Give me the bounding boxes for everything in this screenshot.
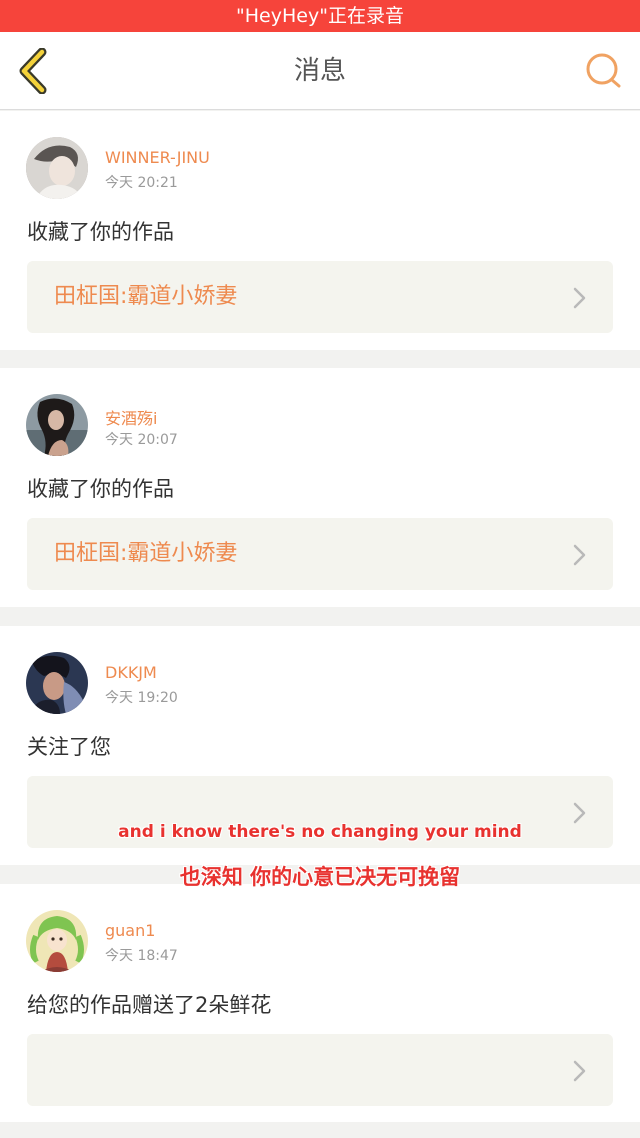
chevron-right-icon	[573, 1060, 586, 1082]
message-card: guan1 今天 18:47 给您的作品赠送了2朵鲜花	[0, 884, 640, 1122]
page-title: 消息	[293, 56, 346, 86]
work-link[interactable]: 田柾国:霸道小娇妻	[27, 261, 613, 333]
action-text: 收藏了你的作品	[27, 477, 174, 501]
time-label: 20:07	[137, 432, 178, 448]
time-label: 19:20	[137, 690, 178, 706]
nav-bar: 消息	[0, 32, 640, 110]
work-title: 田柾国:霸道小娇妻	[54, 284, 238, 309]
avatar-image	[26, 652, 88, 714]
subtitle-english: and i know there's no changing your mind	[118, 822, 522, 842]
avatar-image	[26, 910, 88, 972]
day-label: 今天	[105, 690, 133, 706]
username[interactable]: guan1	[105, 921, 155, 940]
timestamp: 今天 18:47	[105, 945, 178, 965]
avatar-image	[26, 394, 88, 456]
chevron-right-icon	[573, 544, 586, 566]
avatar[interactable]	[26, 137, 88, 199]
username[interactable]: DKKJM	[105, 663, 157, 682]
action-text: 给您的作品赠送了2朵鲜花	[27, 993, 272, 1017]
username[interactable]: 安酒殇i	[105, 405, 157, 429]
avatar[interactable]	[26, 652, 88, 714]
avatar[interactable]	[26, 910, 88, 972]
day-label: 今天	[105, 948, 133, 964]
action-text: 收藏了你的作品	[27, 220, 174, 244]
work-link[interactable]: 田柾国:霸道小娇妻	[27, 518, 613, 590]
day-label: 今天	[105, 175, 133, 191]
timestamp: 今天 19:20	[105, 687, 178, 707]
message-card: 安酒殇i 今天 20:07 收藏了你的作品 田柾国:霸道小娇妻	[0, 368, 640, 607]
chevron-left-icon	[19, 47, 47, 95]
day-label: 今天	[105, 432, 133, 448]
back-button[interactable]	[14, 47, 58, 95]
work-title: 田柾国:霸道小娇妻	[54, 541, 238, 566]
chevron-right-icon	[573, 287, 586, 309]
action-text: 关注了您	[27, 735, 111, 759]
search-icon	[586, 53, 621, 88]
time-label: 18:47	[137, 948, 178, 964]
message-card: WINNER-JINU 今天 20:21 收藏了你的作品 田柾国:霸道小娇妻	[0, 111, 640, 350]
timestamp: 今天 20:07	[105, 429, 178, 449]
timestamp: 今天 20:21	[105, 172, 178, 192]
avatar[interactable]	[26, 394, 88, 456]
chevron-right-icon	[573, 802, 586, 824]
time-label: 20:21	[137, 175, 178, 191]
work-link[interactable]	[27, 1034, 613, 1106]
recording-banner[interactable]: "HeyHey"正在录音	[0, 0, 640, 32]
avatar-image	[26, 137, 88, 199]
search-button[interactable]	[584, 52, 624, 90]
username[interactable]: WINNER-JINU	[105, 148, 210, 167]
subtitle-chinese: 也深知 你的心意已决无可挽留	[179, 865, 461, 889]
